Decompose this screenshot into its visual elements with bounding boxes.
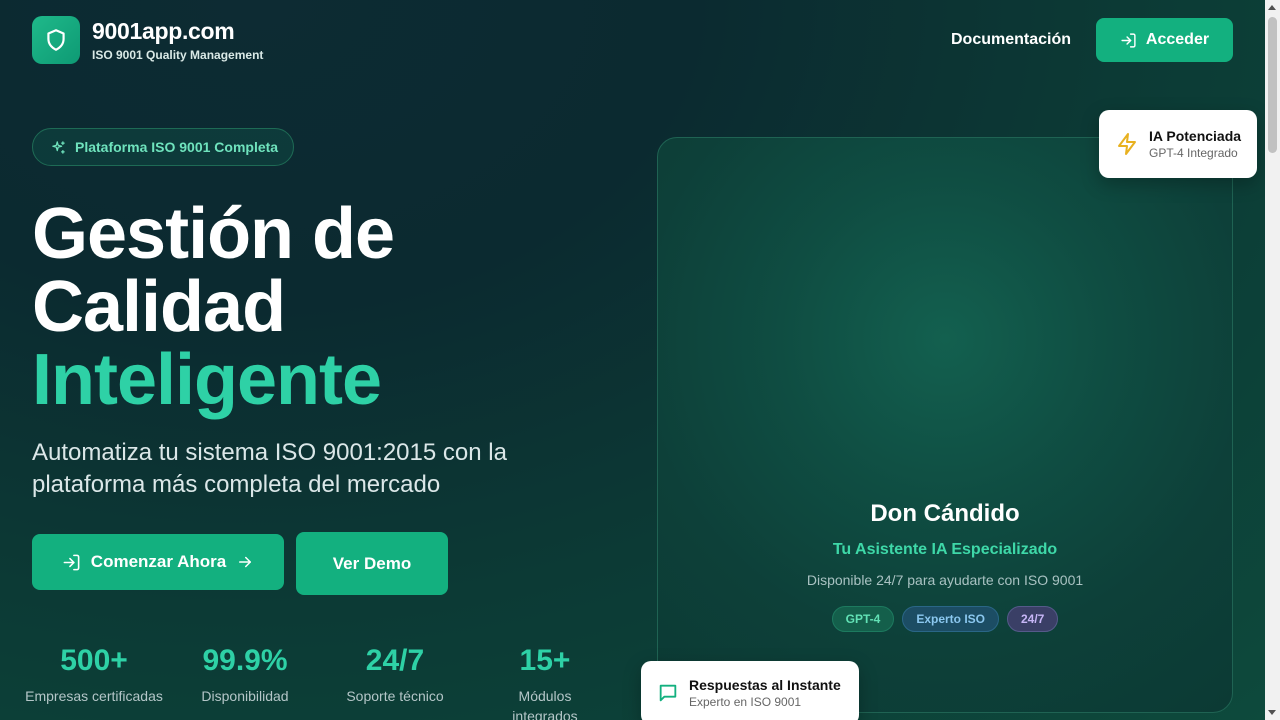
stat-value: 500+ — [60, 644, 128, 677]
tag-gpt4: GPT-4 — [831, 606, 895, 632]
ai-card-title: IA Potenciada — [1149, 128, 1242, 144]
answers-card-title: Respuestas al Instante — [689, 677, 841, 693]
stat-value: 24/7 — [365, 644, 425, 677]
arrow-right-icon — [239, 556, 252, 568]
stat-label: Soporte técnico — [346, 688, 444, 704]
ai-card-subtitle: GPT-4 Integrado — [1149, 146, 1238, 160]
scroll-up-arrow-icon[interactable] — [1268, 5, 1276, 10]
stat-companies: 500+ Empresas certificadas — [24, 644, 164, 706]
login-icon — [63, 554, 80, 570]
page-scrollbar[interactable] — [1265, 0, 1280, 720]
stat-label: Disponibilidad — [201, 688, 289, 704]
answers-card-subtitle: Experto en ISO 9001 — [689, 695, 802, 709]
assistant-name: Don Cándido — [870, 500, 1020, 527]
stat-value: 99.9% — [202, 644, 288, 677]
instant-answers-card: Respuestas al Instante Experto en ISO 90… — [641, 661, 859, 720]
start-now-label: Comenzar Ahora — [90, 552, 227, 571]
hero-title-highlight: Inteligente — [32, 340, 382, 420]
assistant-subtitle: Tu Asistente IA Especializado — [832, 541, 1058, 558]
hero-description: Automatiza tu sistema ISO 9001:2015 con … — [32, 439, 507, 498]
assistant-description: Disponible 24/7 para ayudarte con ISO 90… — [806, 572, 1084, 588]
nav-documentation-link[interactable]: Documentación — [951, 31, 1071, 49]
scrollbar-thumb[interactable] — [1268, 17, 1277, 153]
badge-label: Plataforma ISO 9001 Completa — [75, 139, 279, 155]
login-label: Acceder — [1145, 31, 1210, 48]
stat-label: Módulos integrados — [512, 688, 578, 720]
view-demo-button[interactable]: Ver Demo — [296, 532, 448, 595]
stat-label: Empresas certificadas — [25, 688, 163, 704]
stat-value: 15+ — [519, 644, 571, 677]
logo[interactable] — [32, 16, 80, 64]
login-button[interactable]: Acceder — [1096, 18, 1233, 62]
hero-title-line-1: Gestión de — [32, 194, 395, 274]
brand-tagline: ISO 9001 Quality Management — [92, 48, 264, 62]
stat-availability: 99.9% Disponibilidad — [175, 644, 315, 706]
stat-modules: 15+ Módulos integrados — [475, 644, 615, 720]
shield-icon — [47, 29, 65, 51]
hero-title-line-2: Calidad — [32, 267, 286, 347]
brand-name[interactable]: 9001app.com — [92, 18, 235, 45]
tag-iso-expert: Experto ISO — [902, 606, 999, 632]
ai-powered-card: IA Potenciada GPT-4 Integrado — [1099, 110, 1257, 178]
sparkles-icon — [52, 140, 65, 154]
chat-icon — [659, 684, 677, 702]
assistant-tags: GPT-4 Experto ISO 24/7 — [657, 606, 1233, 632]
stat-support: 24/7 Soporte técnico — [325, 644, 465, 706]
platform-badge: Plataforma ISO 9001 Completa — [32, 128, 294, 166]
lightning-icon — [1118, 133, 1136, 155]
scroll-down-arrow-icon[interactable] — [1268, 710, 1276, 715]
tag-24-7: 24/7 — [1007, 606, 1059, 632]
start-now-button[interactable]: Comenzar Ahora — [32, 534, 284, 590]
login-icon — [1121, 32, 1136, 48]
